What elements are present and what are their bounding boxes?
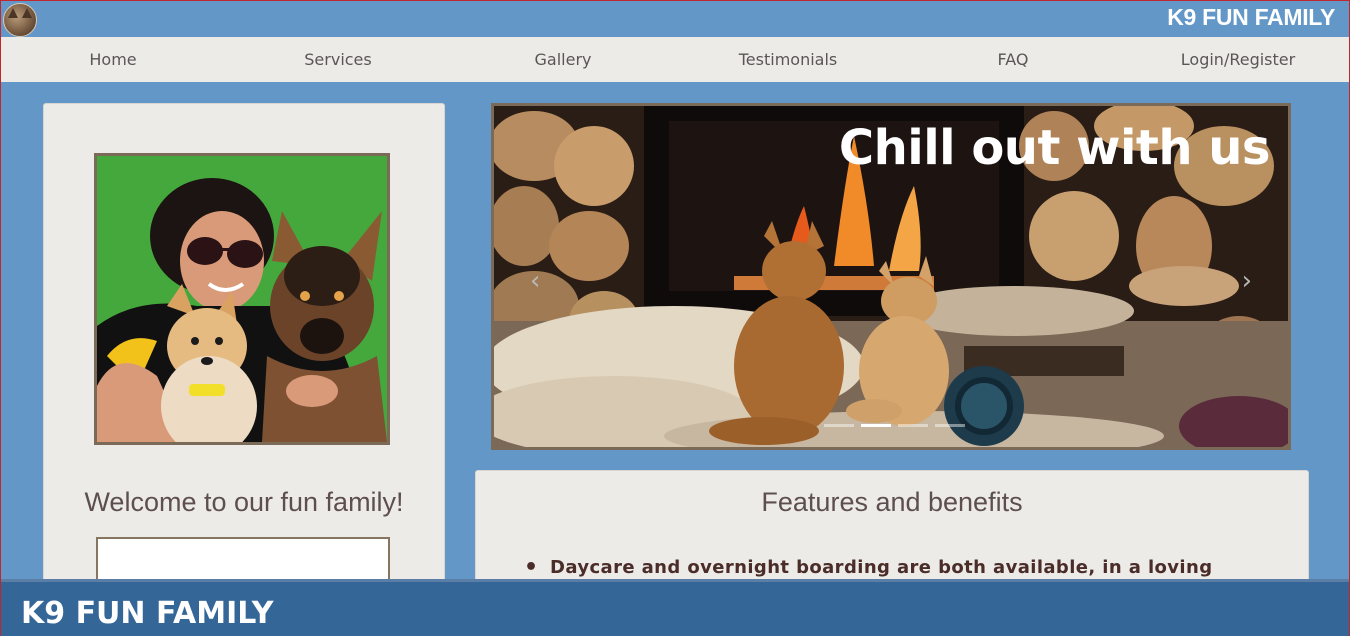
carousel-indicator[interactable]: [861, 424, 891, 427]
welcome-heading: Welcome to our fun family!: [84, 487, 404, 517]
chevron-right-icon[interactable]: ›: [1242, 266, 1252, 296]
hero-carousel[interactable]: Chill out with us ‹ ›: [491, 103, 1291, 450]
nav-item-testimonials[interactable]: Testimonials: [698, 50, 878, 69]
carousel-indicator[interactable]: [935, 424, 965, 427]
chevron-left-icon[interactable]: ‹: [530, 266, 540, 296]
nav-item-faq[interactable]: FAQ: [923, 50, 1103, 69]
nav-item-login-register[interactable]: Login/Register: [1148, 50, 1328, 69]
footer-brand: K9 FUN FAMILY: [21, 596, 274, 631]
footer-bar: K9 FUN FAMILY: [1, 579, 1349, 636]
dog-logo-icon[interactable]: [3, 3, 37, 37]
top-bar: K9 FUN FAMILY: [1, 1, 1349, 37]
nav-item-home[interactable]: Home: [23, 50, 203, 69]
features-heading: Features and benefits: [761, 487, 1023, 517]
header-brand: K9 FUN FAMILY: [1167, 4, 1335, 30]
carousel-indicator[interactable]: [824, 424, 854, 427]
main-nav: Home Services Gallery Testimonials FAQ L…: [1, 37, 1349, 82]
carousel-indicators: [824, 424, 965, 427]
welcome-card: Welcome to our fun family!: [43, 103, 445, 605]
carousel-indicator[interactable]: [898, 424, 928, 427]
nav-item-gallery[interactable]: Gallery: [473, 50, 653, 69]
carousel-caption: Chill out with us: [838, 120, 1271, 176]
nav-item-services[interactable]: Services: [248, 50, 428, 69]
owner-with-dogs-photo: [94, 153, 390, 445]
